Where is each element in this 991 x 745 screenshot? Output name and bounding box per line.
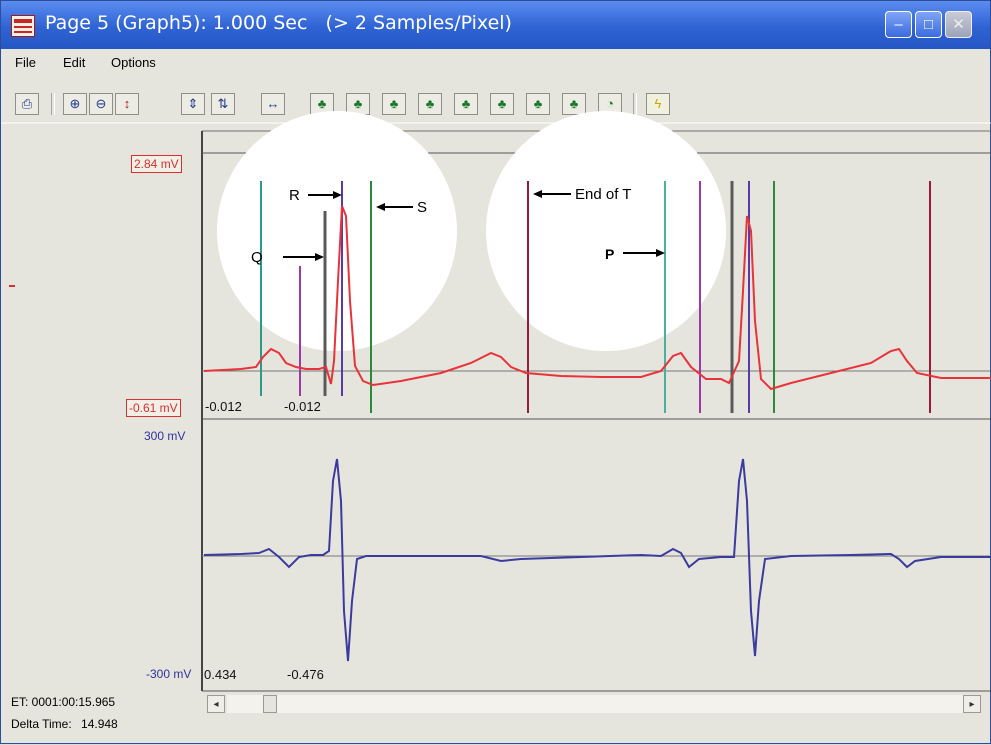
bottom-channel-min-label[interactable]: -300 mV xyxy=(146,667,191,681)
derivative-trace xyxy=(203,458,991,662)
bottom-cursor-value-1: 0.434 xyxy=(204,667,237,682)
scroll-right-button[interactable]: ▸ xyxy=(963,695,981,713)
q-label: Q xyxy=(251,249,263,266)
p-label: P xyxy=(605,246,614,262)
delta-time: Delta Time: 14.948 xyxy=(11,717,118,731)
graph-area: R S Q End of T P xyxy=(1,111,991,692)
bottom-channel-max-label[interactable]: 300 mV xyxy=(144,429,185,443)
bottom-cursor-value-2: -0.476 xyxy=(287,667,324,682)
s-label: S xyxy=(417,199,427,216)
top-channel-min-label[interactable]: -0.61 mV xyxy=(126,399,181,417)
top-cursor-value-2: -0.012 xyxy=(284,399,321,414)
app-window: Page 5 (Graph5): 1.000 Sec (> 2 Samples/… xyxy=(0,0,991,744)
t-wave-highlight-circle xyxy=(486,111,726,351)
horizontal-scrollbar-track[interactable] xyxy=(227,695,967,713)
elapsed-time: ET: 0001:00:15.965 xyxy=(11,695,116,709)
r-label: R xyxy=(289,187,300,204)
scroll-left-button[interactable]: ◂ xyxy=(207,695,225,713)
delta-time-value: 14.948 xyxy=(81,717,118,731)
horizontal-scrollbar-thumb[interactable] xyxy=(263,695,277,713)
top-cursor-value-1: -0.012 xyxy=(205,399,242,414)
delta-time-label: Delta Time: xyxy=(11,717,72,731)
end-of-t-label: End of T xyxy=(575,186,631,203)
top-channel-max-label[interactable]: 2.84 mV xyxy=(131,155,182,173)
